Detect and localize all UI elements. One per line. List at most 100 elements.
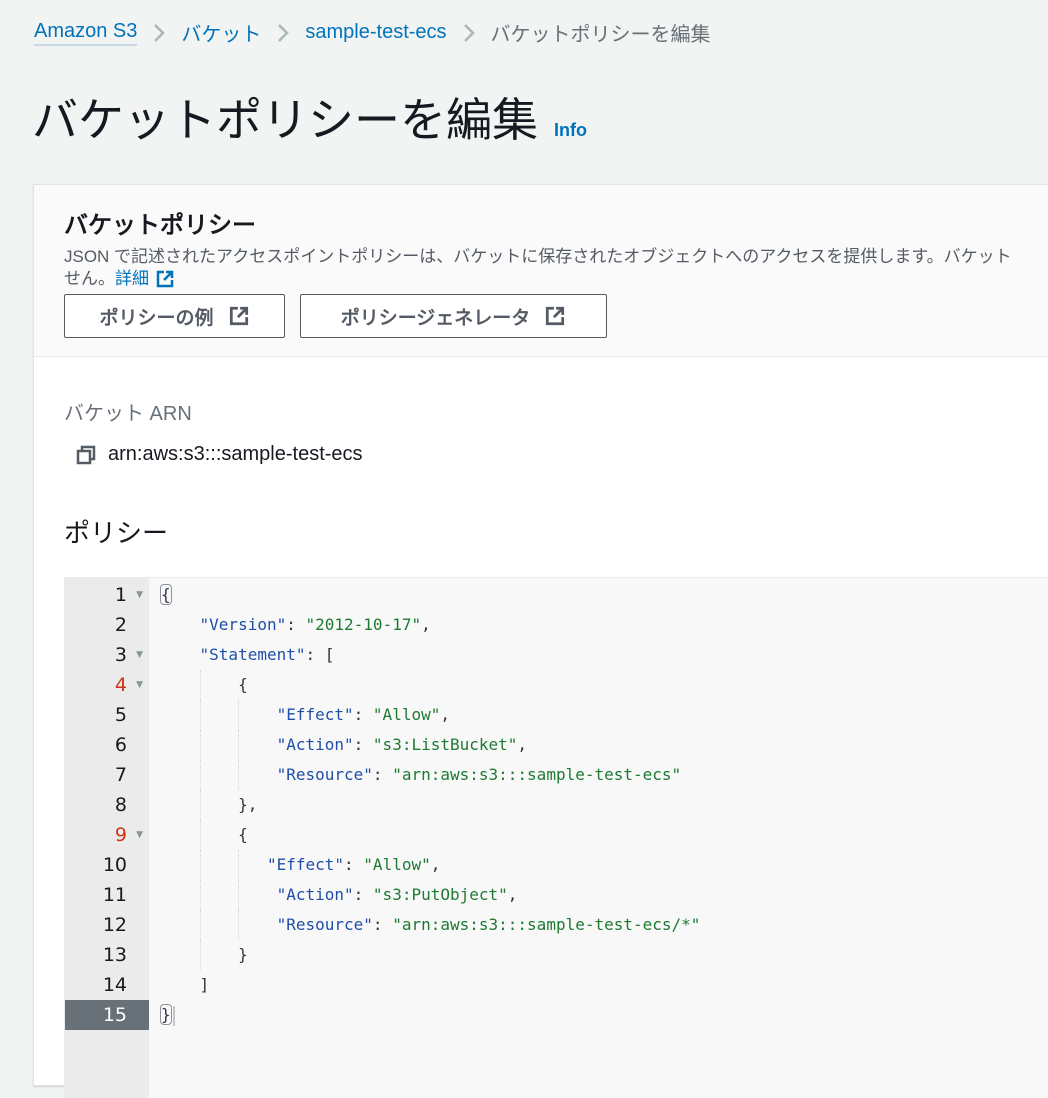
page-header: バケットポリシーを編集 Info: [32, 84, 587, 150]
code-line[interactable]: 1 ▼{: [65, 580, 1048, 610]
line-number: 5: [65, 700, 149, 730]
json-string: "Allow": [363, 855, 431, 874]
policy-examples-button[interactable]: ポリシーの例: [64, 294, 285, 338]
code-text: "Resource": "arn:aws:s3:::sample-test-ec…: [149, 910, 700, 940]
json-key: "Effect": [266, 855, 345, 874]
json-punctuation: :: [353, 885, 373, 904]
line-number: 1 ▼: [65, 580, 149, 610]
indent-guide: [238, 700, 240, 730]
code-text: {: [149, 820, 248, 850]
line-number-text: 12: [102, 914, 127, 936]
json-string: "Allow": [372, 705, 441, 724]
line-number-text: 3: [114, 644, 127, 666]
code-line[interactable]: 6 "Action": "s3:ListBucket",: [65, 730, 1048, 760]
button-row: ポリシーの例 ポリシージェネレータ: [64, 294, 1034, 338]
code-line[interactable]: 3 ▼ "Statement": [: [65, 640, 1048, 670]
page-title: バケットポリシーを編集: [32, 94, 538, 146]
chevron-right-icon: [153, 23, 166, 43]
breadcrumb-bucket-name[interactable]: sample-test-ecs: [305, 21, 446, 44]
line-number: 7: [65, 760, 149, 790]
fold-arrow-icon[interactable]: ▼: [136, 820, 143, 850]
policy-editor[interactable]: 1 ▼{2 "Version": "2012-10-17", 3 ▼ "Stateme…: [64, 577, 1048, 1098]
policy-label: ポリシー: [64, 518, 169, 548]
description-line-2-text: せん。: [64, 269, 115, 288]
json-key: "Resource": [276, 765, 373, 784]
indent-guide: [199, 850, 201, 880]
line-number-text: 1: [114, 584, 127, 606]
code-line[interactable]: 10 "Effect": "Allow",: [65, 850, 1048, 880]
json-punctuation: ]: [199, 975, 210, 994]
details-link-label: 詳細: [115, 269, 149, 288]
json-punctuation: :: [344, 855, 364, 874]
code-line[interactable]: 7 "Resource": "arn:aws:s3:::sample-test-…: [65, 760, 1048, 790]
panel-title: バケットポリシー: [64, 212, 256, 239]
indent-guide: [238, 910, 240, 940]
indent-guide: [199, 790, 201, 820]
line-number-text: 8: [114, 794, 127, 816]
line-number-text: 11: [102, 884, 127, 906]
code-line[interactable]: 13 }: [65, 940, 1048, 970]
code-text: "Effect": "Allow",: [149, 850, 440, 880]
line-number: 6: [65, 730, 149, 760]
line-number: 9 ▼: [65, 820, 149, 850]
code-line[interactable]: 8 },: [65, 790, 1048, 820]
indent-guide: [199, 880, 201, 910]
code-line[interactable]: 11 "Action": "s3:PutObject",: [65, 880, 1048, 910]
code-line[interactable]: 4 ▼ {: [65, 670, 1048, 700]
line-number: 10: [65, 850, 149, 880]
fold-arrow-icon[interactable]: ▼: [136, 640, 143, 670]
copy-icon[interactable]: [76, 445, 96, 465]
fold-arrow-icon[interactable]: ▼: [136, 670, 143, 700]
code-line[interactable]: 12 "Resource": "arn:aws:s3:::sample-test…: [65, 910, 1048, 940]
line-number: 4 ▼: [65, 670, 149, 700]
code-line[interactable]: 5 "Effect": "Allow",: [65, 700, 1048, 730]
json-key: "Statement": [199, 645, 306, 664]
indent-guide: [199, 670, 201, 700]
chevron-right-icon: [277, 23, 290, 43]
details-link[interactable]: 詳細: [115, 268, 175, 290]
json-punctuation: },: [238, 795, 258, 814]
json-key: "Effect": [276, 705, 354, 724]
indent-guide: [238, 880, 240, 910]
policy-generator-button[interactable]: ポリシージェネレータ: [300, 294, 607, 338]
bucket-policy-panel: バケットポリシー JSON で記述されたアクセスポイントポリシーは、バケットに保…: [33, 184, 1048, 1098]
json-punctuation: {: [160, 584, 172, 605]
indent-guide: [238, 760, 240, 790]
line-number-text: 5: [114, 704, 127, 726]
code-text: }: [149, 940, 248, 970]
code-line[interactable]: 14 ]: [65, 970, 1048, 1000]
json-punctuation: ,: [430, 855, 441, 874]
description-line-2: せん。 詳細: [64, 268, 1048, 290]
code-text: "Resource": "arn:aws:s3:::sample-test-ec…: [149, 760, 681, 790]
json-string: "s3:PutObject": [372, 885, 508, 904]
external-link-icon: [228, 305, 250, 327]
indent-guide: [199, 820, 201, 850]
indent-guide: [238, 850, 240, 880]
json-key: "Action": [276, 885, 354, 904]
code-text: {: [149, 670, 248, 700]
indent-guide: [199, 700, 201, 730]
code-line[interactable]: 15}: [65, 1000, 1048, 1030]
json-punctuation: ,: [440, 705, 450, 724]
json-string: "s3:ListBucket": [372, 735, 518, 754]
code-line[interactable]: 2 "Version": "2012-10-17",: [65, 610, 1048, 640]
json-key: "Resource": [276, 915, 373, 934]
code-text: "Action": "s3:PutObject",: [149, 880, 517, 910]
description-line-1: JSON で記述されたアクセスポイントポリシーは、バケットに保存されたオブジェク…: [64, 247, 1012, 266]
breadcrumb-current: バケットポリシーを編集: [490, 24, 711, 46]
breadcrumb-amazon-s3[interactable]: Amazon S3: [34, 20, 138, 46]
json-punctuation: }: [238, 945, 248, 964]
fold-arrow-icon[interactable]: ▼: [136, 580, 143, 610]
json-punctuation: :: [372, 765, 393, 784]
line-number: 11: [65, 880, 149, 910]
line-number: 8: [65, 790, 149, 820]
line-number: 13: [65, 940, 149, 970]
line-number-text: 10: [102, 854, 127, 876]
breadcrumb-buckets[interactable]: バケット: [181, 18, 261, 47]
code-text: "Statement": [: [149, 640, 335, 670]
info-link[interactable]: Info: [554, 120, 587, 141]
json-punctuation: :: [353, 735, 373, 754]
policy-generator-label: ポリシージェネレータ: [340, 307, 531, 329]
json-string: "arn:aws:s3:::sample-test-ecs": [392, 765, 682, 784]
code-line[interactable]: 9 ▼ {: [65, 820, 1048, 850]
